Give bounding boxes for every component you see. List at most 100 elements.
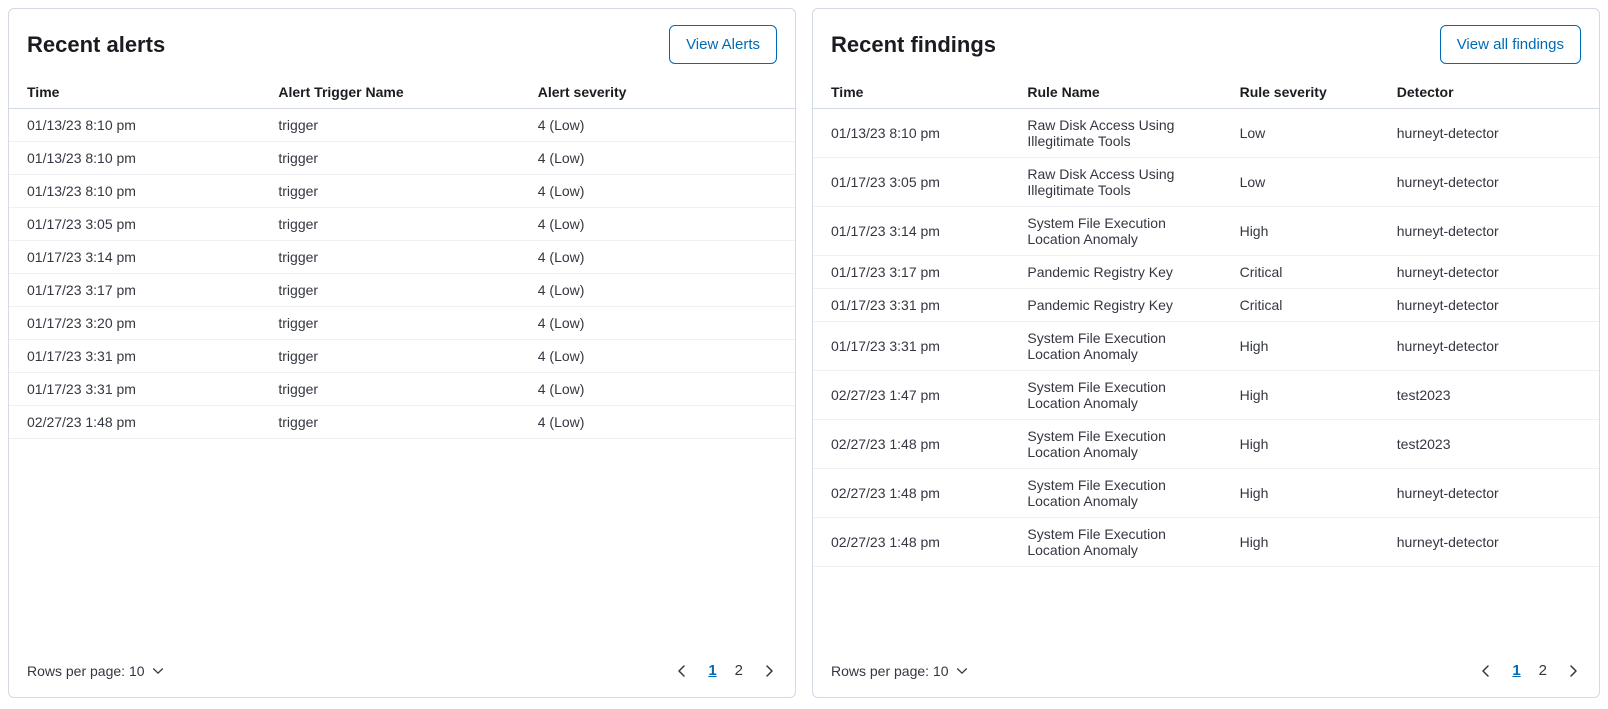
- cell-rule: System File Execution Location Anomaly: [1017, 469, 1229, 518]
- cell-time: 01/17/23 3:31 pm: [9, 340, 268, 373]
- cell-rule: System File Execution Location Anomaly: [1017, 420, 1229, 469]
- cell-severity: 4 (Low): [528, 109, 795, 142]
- cell-detector: hurneyt-detector: [1387, 207, 1599, 256]
- alerts-col-time[interactable]: Time: [9, 76, 268, 109]
- cell-time: 01/17/23 3:05 pm: [9, 208, 268, 241]
- cell-detector: test2023: [1387, 420, 1599, 469]
- cell-time: 01/13/23 8:10 pm: [9, 109, 268, 142]
- table-row[interactable]: 01/13/23 8:10 pmtrigger4 (Low): [9, 142, 795, 175]
- cell-detector: test2023: [1387, 371, 1599, 420]
- cell-trigger: trigger: [268, 373, 527, 406]
- cell-severity: 4 (Low): [528, 241, 795, 274]
- findings-panel: Recent findings View all findings Time R…: [812, 8, 1600, 698]
- alerts-col-trigger[interactable]: Alert Trigger Name: [268, 76, 527, 109]
- cell-trigger: trigger: [268, 142, 527, 175]
- cell-rule: System File Execution Location Anomaly: [1017, 322, 1229, 371]
- cell-time: 01/17/23 3:31 pm: [813, 289, 1017, 322]
- cell-severity: Critical: [1230, 289, 1387, 322]
- table-row[interactable]: 02/27/23 1:48 pmtrigger4 (Low): [9, 406, 795, 439]
- cell-detector: hurneyt-detector: [1387, 518, 1599, 567]
- table-row[interactable]: 01/17/23 3:05 pmtrigger4 (Low): [9, 208, 795, 241]
- findings-col-detector[interactable]: Detector: [1387, 76, 1599, 109]
- cell-trigger: trigger: [268, 241, 527, 274]
- alerts-footer: Rows per page: 10 12: [9, 648, 795, 697]
- cell-time: 01/17/23 3:31 pm: [813, 322, 1017, 371]
- table-row[interactable]: 01/17/23 3:14 pmSystem File Execution Lo…: [813, 207, 1599, 256]
- prev-page-button[interactable]: [1478, 663, 1494, 679]
- table-row[interactable]: 02/27/23 1:48 pmSystem File Execution Lo…: [813, 518, 1599, 567]
- cell-rule: Pandemic Registry Key: [1017, 289, 1229, 322]
- table-row[interactable]: 01/17/23 3:05 pmRaw Disk Access Using Il…: [813, 158, 1599, 207]
- view-findings-button[interactable]: View all findings: [1440, 25, 1581, 64]
- page-number[interactable]: 2: [1539, 662, 1547, 679]
- cell-time: 01/13/23 8:10 pm: [813, 109, 1017, 158]
- cell-detector: hurneyt-detector: [1387, 322, 1599, 371]
- table-row[interactable]: 01/13/23 8:10 pmtrigger4 (Low): [9, 175, 795, 208]
- cell-severity: High: [1230, 322, 1387, 371]
- cell-detector: hurneyt-detector: [1387, 256, 1599, 289]
- view-alerts-button[interactable]: View Alerts: [669, 25, 777, 64]
- alerts-col-severity[interactable]: Alert severity: [528, 76, 795, 109]
- findings-col-severity[interactable]: Rule severity: [1230, 76, 1387, 109]
- table-row[interactable]: 01/17/23 3:31 pmtrigger4 (Low): [9, 373, 795, 406]
- cell-severity: 4 (Low): [528, 307, 795, 340]
- cell-severity: 4 (Low): [528, 142, 795, 175]
- cell-rule: System File Execution Location Anomaly: [1017, 207, 1229, 256]
- cell-severity: Low: [1230, 109, 1387, 158]
- findings-col-time[interactable]: Time: [813, 76, 1017, 109]
- alerts-rows-per-page-label: Rows per page: 10: [27, 663, 145, 679]
- table-row[interactable]: 01/13/23 8:10 pmRaw Disk Access Using Il…: [813, 109, 1599, 158]
- table-row[interactable]: 01/17/23 3:31 pmPandemic Registry KeyCri…: [813, 289, 1599, 322]
- chevron-down-icon: [955, 664, 969, 678]
- cell-severity: High: [1230, 371, 1387, 420]
- findings-pagination: 12: [1478, 662, 1581, 679]
- cell-severity: 4 (Low): [528, 406, 795, 439]
- table-row[interactable]: 01/17/23 3:17 pmPandemic Registry KeyCri…: [813, 256, 1599, 289]
- cell-trigger: trigger: [268, 274, 527, 307]
- cell-severity: 4 (Low): [528, 175, 795, 208]
- cell-detector: hurneyt-detector: [1387, 109, 1599, 158]
- alerts-pagination: 12: [674, 662, 777, 679]
- findings-col-rule[interactable]: Rule Name: [1017, 76, 1229, 109]
- cell-detector: hurneyt-detector: [1387, 158, 1599, 207]
- table-row[interactable]: 02/27/23 1:48 pmSystem File Execution Lo…: [813, 420, 1599, 469]
- cell-severity: High: [1230, 469, 1387, 518]
- cell-trigger: trigger: [268, 175, 527, 208]
- table-row[interactable]: 01/17/23 3:17 pmtrigger4 (Low): [9, 274, 795, 307]
- next-page-button[interactable]: [1565, 663, 1581, 679]
- table-row[interactable]: 01/13/23 8:10 pmtrigger4 (Low): [9, 109, 795, 142]
- page-number[interactable]: 1: [708, 662, 716, 679]
- findings-footer: Rows per page: 10 12: [813, 648, 1599, 697]
- findings-panel-header: Recent findings View all findings: [813, 9, 1599, 76]
- cell-rule: Raw Disk Access Using Illegitimate Tools: [1017, 158, 1229, 207]
- table-row[interactable]: 02/27/23 1:48 pmSystem File Execution Lo…: [813, 469, 1599, 518]
- cell-time: 01/17/23 3:14 pm: [813, 207, 1017, 256]
- table-row[interactable]: 01/17/23 3:31 pmtrigger4 (Low): [9, 340, 795, 373]
- cell-detector: hurneyt-detector: [1387, 289, 1599, 322]
- table-row[interactable]: 01/17/23 3:31 pmSystem File Execution Lo…: [813, 322, 1599, 371]
- cell-severity: High: [1230, 420, 1387, 469]
- findings-title: Recent findings: [831, 32, 996, 58]
- cell-severity: 4 (Low): [528, 274, 795, 307]
- cell-detector: hurneyt-detector: [1387, 469, 1599, 518]
- cell-rule: System File Execution Location Anomaly: [1017, 371, 1229, 420]
- cell-time: 01/17/23 3:31 pm: [9, 373, 268, 406]
- page-number[interactable]: 2: [735, 662, 743, 679]
- cell-severity: High: [1230, 518, 1387, 567]
- cell-severity: Low: [1230, 158, 1387, 207]
- cell-trigger: trigger: [268, 340, 527, 373]
- table-row[interactable]: 02/27/23 1:47 pmSystem File Execution Lo…: [813, 371, 1599, 420]
- cell-time: 02/27/23 1:48 pm: [813, 469, 1017, 518]
- findings-rows-per-page[interactable]: Rows per page: 10: [831, 663, 969, 679]
- table-row[interactable]: 01/17/23 3:14 pmtrigger4 (Low): [9, 241, 795, 274]
- cell-time: 02/27/23 1:47 pm: [813, 371, 1017, 420]
- findings-table: Time Rule Name Rule severity Detector 01…: [813, 76, 1599, 567]
- next-page-button[interactable]: [761, 663, 777, 679]
- alerts-rows-per-page[interactable]: Rows per page: 10: [27, 663, 165, 679]
- table-row[interactable]: 01/17/23 3:20 pmtrigger4 (Low): [9, 307, 795, 340]
- cell-severity: 4 (Low): [528, 373, 795, 406]
- alerts-panel-header: Recent alerts View Alerts: [9, 9, 795, 76]
- page-number[interactable]: 1: [1512, 662, 1520, 679]
- cell-trigger: trigger: [268, 109, 527, 142]
- prev-page-button[interactable]: [674, 663, 690, 679]
